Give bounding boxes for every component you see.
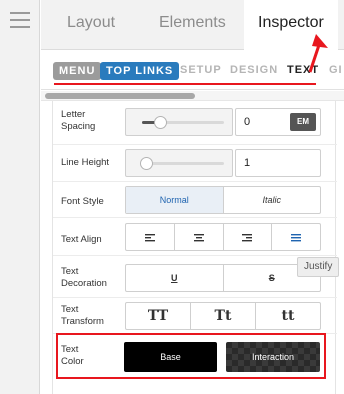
- text-align-control: [125, 223, 321, 251]
- subtab-menu[interactable]: MENU: [53, 62, 102, 80]
- text-transform-row: Text Transform TT Tt tt: [53, 298, 337, 334]
- uppercase-button[interactable]: TT: [126, 303, 191, 329]
- subtab-top-links[interactable]: TOP LINKS: [100, 62, 180, 80]
- align-left-icon[interactable]: [126, 224, 175, 250]
- align-right-icon[interactable]: [224, 224, 273, 250]
- interaction-color-button[interactable]: Interaction: [226, 342, 320, 372]
- align-center-icon[interactable]: [175, 224, 224, 250]
- justify-tooltip: Justify: [297, 257, 340, 277]
- letter-spacing-row: Letter Spacing 0 EM: [53, 101, 337, 145]
- app-root: Layout Elements Inspector MENU TOP LINKS…: [0, 0, 344, 394]
- text-align-row: Text Align: [53, 218, 337, 256]
- align-justify-icon[interactable]: [272, 224, 320, 250]
- line-height-label: Line Height: [61, 157, 110, 168]
- underline-icon[interactable]: U: [126, 265, 224, 291]
- letter-spacing-slider[interactable]: [125, 108, 233, 136]
- text-align-label: Text Align: [61, 234, 102, 245]
- unit-button[interactable]: EM: [290, 113, 316, 131]
- capitalize-button[interactable]: Tt: [191, 303, 256, 329]
- left-rail: [0, 0, 40, 394]
- tab-elements[interactable]: Elements: [159, 14, 226, 32]
- subtab-gi[interactable]: GI: [329, 64, 343, 76]
- subtab-setup[interactable]: SETUP: [180, 64, 222, 76]
- menu-icon[interactable]: [10, 12, 30, 28]
- font-style-italic-button[interactable]: Italic: [224, 187, 321, 213]
- annotation-underline: [54, 83, 316, 85]
- lowercase-button[interactable]: tt: [256, 303, 320, 329]
- letter-spacing-input[interactable]: 0 EM: [235, 108, 321, 136]
- font-style-normal-button[interactable]: Normal: [126, 187, 224, 213]
- line-height-slider[interactable]: [125, 149, 233, 177]
- font-style-label: Font Style: [61, 196, 104, 207]
- text-transform-label: Text Transform: [61, 304, 104, 327]
- font-style-row: Font Style Normal Italic: [53, 182, 337, 218]
- letter-spacing-label: Letter Spacing: [61, 109, 96, 132]
- base-color-button[interactable]: Base: [124, 342, 217, 372]
- scrollbar-thumb[interactable]: [45, 93, 195, 99]
- horizontal-scrollbar[interactable]: [41, 91, 344, 101]
- slider-knob[interactable]: [140, 157, 153, 170]
- tab-layout[interactable]: Layout: [67, 14, 115, 32]
- text-decoration-control: U S: [125, 264, 321, 292]
- line-height-input[interactable]: 1: [235, 149, 321, 177]
- text-decoration-row: Text Decoration U S: [53, 256, 337, 298]
- annotation-arrow-icon: [308, 34, 328, 73]
- slider-knob[interactable]: [154, 116, 167, 129]
- main-tabs: Layout Elements Inspector: [41, 0, 344, 50]
- subtab-design[interactable]: DESIGN: [230, 64, 278, 76]
- font-style-control: Normal Italic: [125, 186, 321, 214]
- text-decoration-label: Text Decoration: [61, 266, 107, 289]
- line-height-row: Line Height 1: [53, 145, 337, 182]
- text-transform-control: TT Tt tt: [125, 302, 321, 330]
